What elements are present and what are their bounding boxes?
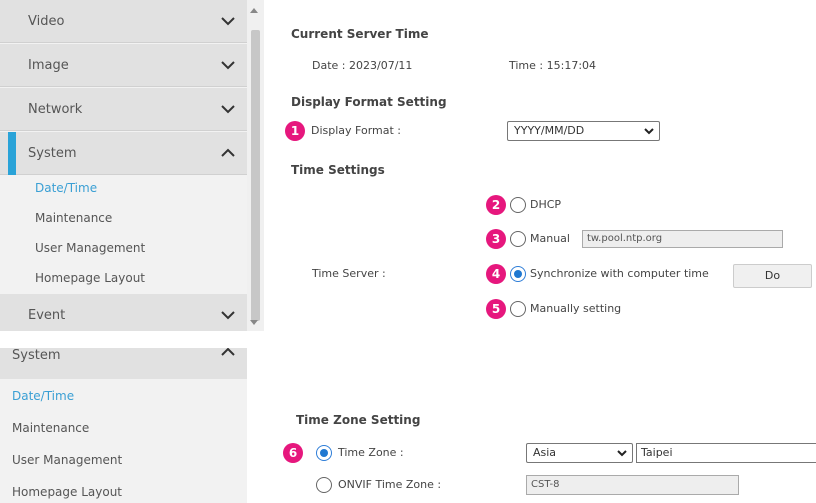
sidebar-subitem-date-time[interactable]: Date/Time bbox=[12, 388, 74, 404]
display-format-label: Display Format : bbox=[311, 124, 402, 137]
display-format-heading: Display Format Setting bbox=[291, 95, 447, 109]
sidebar-subitem-homepage-layout[interactable]: Homepage Layout bbox=[12, 484, 122, 500]
time-server-label: Time Server : bbox=[312, 267, 386, 280]
callout-badge: 4 bbox=[486, 264, 506, 284]
sidebar-scrollbar[interactable] bbox=[247, 0, 264, 331]
time-settings-heading: Time Settings bbox=[291, 163, 385, 177]
chevron-up-icon bbox=[221, 148, 235, 157]
do-sync-button[interactable]: Do bbox=[733, 264, 812, 288]
dhcp-label: DHCP bbox=[530, 198, 562, 211]
time-zone-radio[interactable] bbox=[316, 445, 332, 461]
sidebar-item-label: Network bbox=[28, 102, 83, 117]
scroll-down-icon[interactable] bbox=[250, 320, 258, 325]
sidebar-item-video[interactable]: Video bbox=[0, 0, 247, 43]
sidebar-item-network[interactable]: Network bbox=[0, 88, 247, 131]
main-content: Current Server Time Date : 2023/07/11 Ti… bbox=[264, 0, 816, 331]
time-zone-heading: Time Zone Setting bbox=[296, 413, 421, 427]
display-format-value: YYYY/MM/DD bbox=[514, 124, 585, 137]
onvif-time-zone-radio[interactable] bbox=[316, 477, 332, 493]
main-content: Time Zone Setting 6 Time Zone : Asia Tai… bbox=[264, 348, 816, 503]
server-time: Time : 15:17:04 bbox=[509, 59, 597, 72]
server-date: Date : 2023/07/11 bbox=[312, 59, 413, 72]
sidebar-item-label: System bbox=[28, 146, 77, 161]
sidebar: System Date/Time Maintenance User Manage… bbox=[0, 348, 247, 503]
chevron-down-icon bbox=[221, 61, 235, 70]
dhcp-radio[interactable] bbox=[510, 197, 526, 213]
chevron-down-icon bbox=[221, 105, 235, 114]
current-server-time-heading: Current Server Time bbox=[291, 27, 429, 41]
chevron-down-icon bbox=[221, 17, 235, 26]
time-zone-panel: System Date/Time Maintenance User Manage… bbox=[0, 348, 816, 503]
ntp-server-input[interactable]: tw.pool.ntp.org bbox=[582, 230, 783, 248]
time-zone-label: Time Zone : bbox=[338, 446, 404, 459]
sync-computer-time-radio[interactable] bbox=[510, 266, 526, 282]
manual-server-label: Manual bbox=[530, 232, 570, 245]
time-zone-region-select[interactable]: Asia bbox=[526, 443, 633, 463]
sidebar-item-system[interactable]: System bbox=[0, 132, 247, 175]
active-indicator bbox=[8, 132, 16, 175]
manual-server-radio[interactable] bbox=[510, 231, 526, 247]
sidebar-subitem-user-management[interactable]: User Management bbox=[12, 452, 122, 468]
callout-badge: 1 bbox=[285, 121, 305, 141]
sidebar-item-label: Event bbox=[28, 308, 66, 323]
callout-badge: 5 bbox=[486, 299, 506, 319]
sidebar-item-system[interactable]: System bbox=[0, 348, 247, 379]
scrollbar-thumb[interactable] bbox=[251, 30, 260, 321]
manual-time-radio[interactable] bbox=[510, 301, 526, 317]
sidebar-subitem-maintenance[interactable]: Maintenance bbox=[12, 420, 89, 436]
sync-computer-time-label: Synchronize with computer time bbox=[530, 267, 709, 280]
onvif-time-zone-label: ONVIF Time Zone : bbox=[338, 478, 442, 491]
sidebar-subitem-date-time[interactable]: Date/Time bbox=[35, 180, 97, 196]
sidebar: Video Image Network System Date/Time Mai… bbox=[0, 0, 247, 331]
sidebar-item-event[interactable]: Event bbox=[0, 294, 247, 331]
chevron-down-icon bbox=[221, 311, 235, 320]
sidebar-item-image[interactable]: Image bbox=[0, 44, 247, 87]
sidebar-subitem-maintenance[interactable]: Maintenance bbox=[35, 210, 112, 226]
time-zone-region-value: Asia bbox=[533, 446, 557, 459]
chevron-down-icon bbox=[644, 128, 654, 135]
callout-badge: 2 bbox=[486, 195, 506, 215]
chevron-down-icon bbox=[617, 450, 627, 457]
sidebar-subitem-user-management[interactable]: User Management bbox=[35, 240, 145, 256]
time-settings-panel: Video Image Network System Date/Time Mai… bbox=[0, 0, 816, 331]
sidebar-item-label: Image bbox=[28, 58, 69, 73]
onvif-time-zone-input[interactable]: CST-8 bbox=[526, 475, 739, 495]
display-format-select[interactable]: YYYY/MM/DD bbox=[507, 121, 660, 141]
callout-badge: 3 bbox=[486, 229, 506, 249]
chevron-up-icon bbox=[221, 348, 235, 356]
sidebar-subitem-homepage-layout[interactable]: Homepage Layout bbox=[35, 270, 145, 286]
callout-badge: 6 bbox=[283, 443, 303, 463]
scroll-up-icon[interactable] bbox=[250, 8, 258, 13]
sidebar-item-label: Video bbox=[28, 14, 65, 29]
manual-time-label: Manually setting bbox=[530, 302, 622, 315]
sidebar-item-label: System bbox=[12, 348, 61, 363]
time-zone-city-field[interactable]: Taipei bbox=[636, 443, 816, 463]
